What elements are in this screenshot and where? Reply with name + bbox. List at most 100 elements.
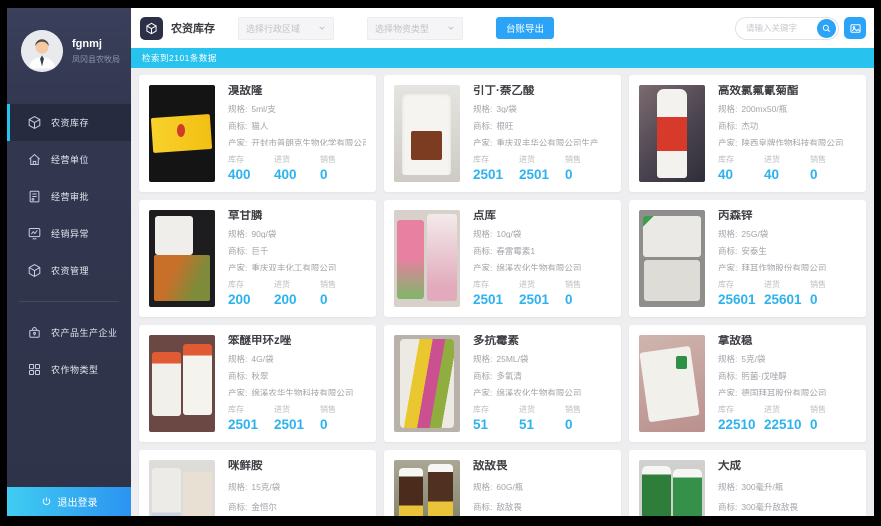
purchase-stat: 进货40 xyxy=(764,154,810,182)
product-title: 高效氯氟氰菊酯 xyxy=(718,85,856,95)
product-brand: 商标:金恒尔 xyxy=(228,501,366,513)
sidebar-item-material-management[interactable]: 农资管理 xyxy=(7,252,131,289)
product-producer: 产家:陕西皇牌作物科技有限公司 xyxy=(718,137,856,146)
search-icon xyxy=(821,23,832,34)
product-card[interactable]: 笨醚甲环z唑 规格:4G/袋 商标:秋翠 产家:绵溪农华生物科技有限公司 库存2… xyxy=(139,325,376,442)
product-brand: 商标:猫人 xyxy=(228,120,366,129)
keyword-search-input[interactable] xyxy=(746,23,808,33)
product-card[interactable]: 高效氯氟氰菊酯 规格:200mx50/瓶 商标:杰功 产家:陕西皇牌作物科技有限… xyxy=(629,75,866,192)
product-card[interactable]: 多抗霉素 规格:25ML/袋 商标:多氧清 产家:绵溪农化生物有限公司 库存51… xyxy=(384,325,621,442)
product-brand: 商标:300毫升敌敌畏 xyxy=(718,501,856,513)
product-image xyxy=(149,210,215,307)
product-spec: 规格:200mx50/瓶 xyxy=(718,103,856,112)
sidebar-item-label: 农作物类型 xyxy=(51,363,99,376)
product-title: 引丁·萘乙酸 xyxy=(473,85,611,95)
stock-stat: 库存2501 xyxy=(473,154,519,182)
cube-icon xyxy=(27,115,42,130)
product-image xyxy=(639,460,705,516)
product-title: 草甘膦 xyxy=(228,210,366,220)
product-brand: 商标:多氧清 xyxy=(473,370,611,379)
product-image xyxy=(639,210,705,307)
product-spec: 规格:300毫升/瓶 xyxy=(718,481,856,493)
purchase-stat: 进货25601 xyxy=(764,279,810,307)
product-image xyxy=(394,210,460,307)
product-card[interactable]: 敌敌畏 规格:60G/瓶 商标:敌敌畏 产家:山东大成生物有限公司 库存 进货 … xyxy=(384,450,621,516)
product-spec: 规格:25ML/袋 xyxy=(473,353,611,362)
image-export-button[interactable] xyxy=(844,17,866,39)
product-card[interactable]: 拿敌稳 规格:5克/袋 商标:肟菌·戊唑醇 产家:德国拜耳股份有限公司 库存22… xyxy=(629,325,866,442)
product-stats: 库存2501 进货2501 销售0 xyxy=(228,404,366,432)
sidebar-item-crop-type[interactable]: 农作物类型 xyxy=(7,351,131,388)
sidebar-item-label: 经营审批 xyxy=(51,190,89,203)
sidebar-item-approval[interactable]: 经营审批 xyxy=(7,178,131,215)
username: fgnmj xyxy=(72,38,120,50)
region-select[interactable]: 选择行政区域 xyxy=(238,17,334,40)
purchase-stat: 进货2501 xyxy=(519,154,565,182)
product-card[interactable]: 点库 规格:10g/袋 商标:春雷霉素1 产家:绵溪农化生物有限公司 库存250… xyxy=(384,200,621,317)
product-card[interactable]: 丙森锌 规格:25G/袋 商标:安泰生 产家:拜耳作物股份有限公司 库存2560… xyxy=(629,200,866,317)
purchase-stat: 进货200 xyxy=(274,279,320,307)
sidebar-item-inventory[interactable]: 农资库存 xyxy=(7,104,131,141)
result-count-text: 检索到2101条数据 xyxy=(142,52,217,64)
sidebar-menu: 农资库存 经营单位 经营审批 经销异常 农资管理 农产品生产企业 xyxy=(7,104,131,388)
search-button[interactable] xyxy=(817,19,836,38)
product-producer: 产家:重庆双丰华公有限公司生产 xyxy=(473,137,611,146)
stock-stat: 库存200 xyxy=(228,279,274,307)
product-stats: 库存2501 进货2501 销售0 xyxy=(473,154,611,182)
product-producer: 产家:绵溪农化生物有限公司 xyxy=(473,262,611,271)
product-image xyxy=(149,460,215,516)
logout-label: 退出登录 xyxy=(58,494,98,509)
product-title: 咪鲜胺 xyxy=(228,460,366,473)
chevron-down-icon xyxy=(318,24,326,32)
product-image xyxy=(394,460,460,516)
top-bar: 农资库存 选择行政区域 选择物资类型 台账导出 xyxy=(131,8,874,48)
material-type-select[interactable]: 选择物资类型 xyxy=(367,17,463,40)
document-icon xyxy=(27,189,42,204)
stock-stat: 库存2501 xyxy=(473,279,519,307)
stock-stat: 库存40 xyxy=(718,154,764,182)
stock-stat: 库存2501 xyxy=(228,404,274,432)
sale-stat: 销售0 xyxy=(810,404,826,432)
product-spec: 规格:4G/袋 xyxy=(228,353,366,362)
product-image xyxy=(149,335,215,432)
product-card[interactable]: 咪鲜胺 规格:15克/袋 商标:金恒尔 产家:绵溪农华生物科技有限公司 库存 进… xyxy=(139,450,376,516)
product-image xyxy=(149,85,215,182)
product-spec: 规格:10g/袋 xyxy=(473,228,611,237)
product-card[interactable]: 引丁·萘乙酸 规格:3g/袋 商标:根旺 产家:重庆双丰华公有限公司生产 库存2… xyxy=(384,75,621,192)
product-image xyxy=(639,335,705,432)
logout-button[interactable]: 退出登录 xyxy=(7,487,131,516)
product-stats: 库存2501 进货2501 销售0 xyxy=(473,279,611,307)
product-title: 多抗霉素 xyxy=(473,335,611,345)
product-card-grid: 溴敌隆 规格:5ml/支 商标:猫人 产家:开封市普朗克生物化学有限公司 库存4… xyxy=(131,68,874,516)
sale-stat: 销售0 xyxy=(320,154,336,182)
purchase-stat: 进货22510 xyxy=(764,404,810,432)
purchase-stat: 进货400 xyxy=(274,154,320,182)
sidebar-item-producer-enterprise[interactable]: 农产品生产企业 xyxy=(7,314,131,351)
product-card[interactable]: 草甘膦 规格:90g/袋 商标:巨千 产家:重庆双丰化工有限公司 库存200 进… xyxy=(139,200,376,317)
home-icon xyxy=(27,152,42,167)
search-box xyxy=(735,17,839,40)
product-card[interactable]: 大成 规格:300毫升/瓶 商标:300毫升敌敌畏 产家:山东大成生物有限公司 … xyxy=(629,450,866,516)
product-stats: 库存40 进货40 销售0 xyxy=(718,154,856,182)
grid-icon xyxy=(27,362,42,377)
product-title: 笨醚甲环z唑 xyxy=(228,335,366,345)
product-spec: 规格:5克/袋 xyxy=(718,353,856,362)
sidebar-item-abnormal[interactable]: 经销异常 xyxy=(7,215,131,252)
chart-icon xyxy=(27,226,42,241)
product-brand: 商标:秋翠 xyxy=(228,370,366,379)
sidebar-item-label: 农资库存 xyxy=(51,116,89,129)
ledger-export-button[interactable]: 台账导出 xyxy=(496,17,554,39)
user-profile: fgnmj 凤冈县农牧局 xyxy=(7,8,131,72)
product-stats: 库存22510 进货22510 销售0 xyxy=(718,404,856,432)
page-title: 农资库存 xyxy=(171,20,215,36)
sale-stat: 销售0 xyxy=(565,404,581,432)
product-brand: 商标:根旺 xyxy=(473,120,611,129)
product-card[interactable]: 溴敌隆 规格:5ml/支 商标:猫人 产家:开封市普朗克生物化学有限公司 库存4… xyxy=(139,75,376,192)
product-producer: 产家:绵溪农化生物有限公司 xyxy=(473,387,611,396)
sidebar-item-business-unit[interactable]: 经营单位 xyxy=(7,141,131,178)
product-stats: 库存200 进货200 销售0 xyxy=(228,279,366,307)
stock-stat: 库存51 xyxy=(473,404,519,432)
sale-stat: 销售0 xyxy=(810,279,826,307)
product-brand: 商标:春雷霉素1 xyxy=(473,245,611,254)
product-title: 点库 xyxy=(473,210,611,220)
